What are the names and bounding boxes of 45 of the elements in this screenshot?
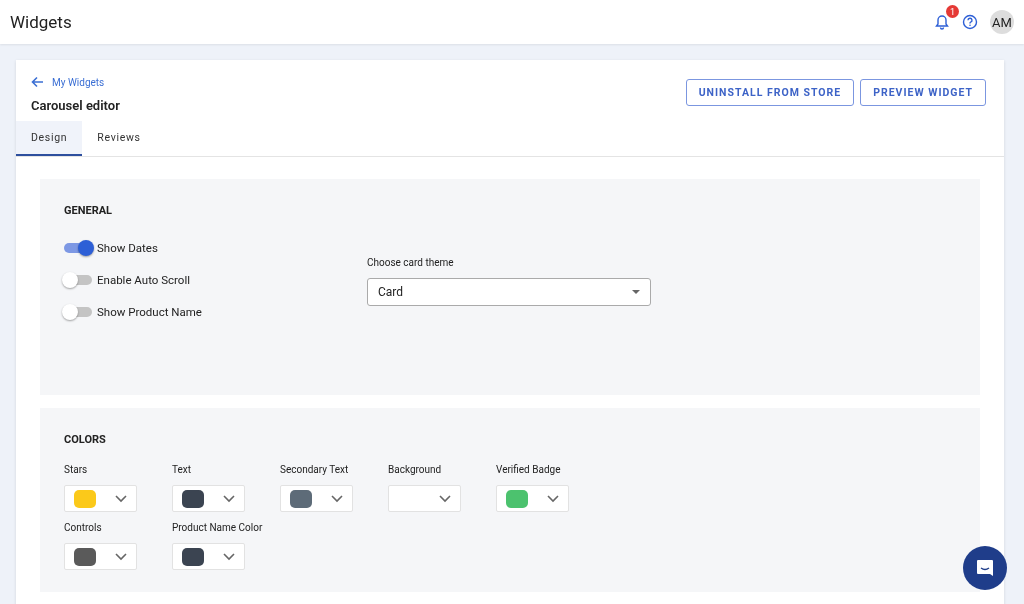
color-picker[interactable] — [172, 485, 245, 512]
chevron-down-icon — [222, 494, 235, 503]
color-picker[interactable] — [64, 543, 137, 570]
help-icon[interactable] — [962, 14, 978, 30]
theme-dropdown[interactable]: Card — [367, 278, 651, 306]
color-label: Secondary Text — [280, 464, 350, 475]
user-avatar[interactable]: AM — [990, 10, 1014, 34]
chevron-down-icon — [114, 552, 127, 561]
chevron-down-icon — [438, 494, 451, 503]
color-picker[interactable] — [64, 485, 137, 512]
color-label: Controls — [64, 522, 103, 533]
page-title: Widgets — [10, 12, 73, 32]
chevron-down-icon — [222, 552, 235, 561]
toggle-switch[interactable] — [64, 243, 92, 253]
color-picker[interactable] — [496, 485, 569, 512]
section-title: GENERAL — [64, 204, 114, 217]
color-picker[interactable] — [280, 485, 353, 512]
back-arrow-icon[interactable] — [31, 76, 44, 88]
tab[interactable]: Reviews — [82, 121, 156, 156]
tab[interactable]: Design — [16, 121, 83, 156]
color-label: Text — [172, 464, 193, 475]
toggle-switch[interactable] — [64, 275, 92, 285]
color-picker[interactable] — [172, 543, 245, 570]
toggle-label: Show Dates — [97, 241, 158, 255]
section-title: COLORS — [64, 433, 107, 446]
dropdown-caret-icon — [632, 290, 640, 294]
color-label: Product Name Color — [172, 522, 264, 533]
chevron-down-icon — [330, 494, 343, 503]
chevron-down-icon — [546, 494, 559, 503]
toggle-label: Enable Auto Scroll — [97, 273, 190, 287]
editor-title: Carousel editor — [31, 98, 120, 113]
back-link[interactable]: My Widgets — [52, 76, 105, 88]
chat-icon — [975, 558, 995, 578]
chevron-down-icon — [114, 494, 127, 503]
action-button[interactable]: UNINSTALL FROM STORE — [685, 79, 855, 106]
notification-badge: 1 — [946, 5, 959, 18]
color-label: Stars — [64, 464, 89, 475]
color-picker[interactable] — [388, 485, 461, 512]
color-label: Verified Badge — [496, 464, 562, 475]
action-button[interactable]: PREVIEW WIDGET — [860, 79, 986, 106]
bell-icon[interactable] — [934, 14, 950, 30]
toggle-switch[interactable] — [64, 307, 92, 317]
toggle-label: Show Product Name — [97, 305, 202, 319]
field-label: Choose card theme — [367, 257, 455, 268]
color-label: Background — [388, 464, 443, 475]
